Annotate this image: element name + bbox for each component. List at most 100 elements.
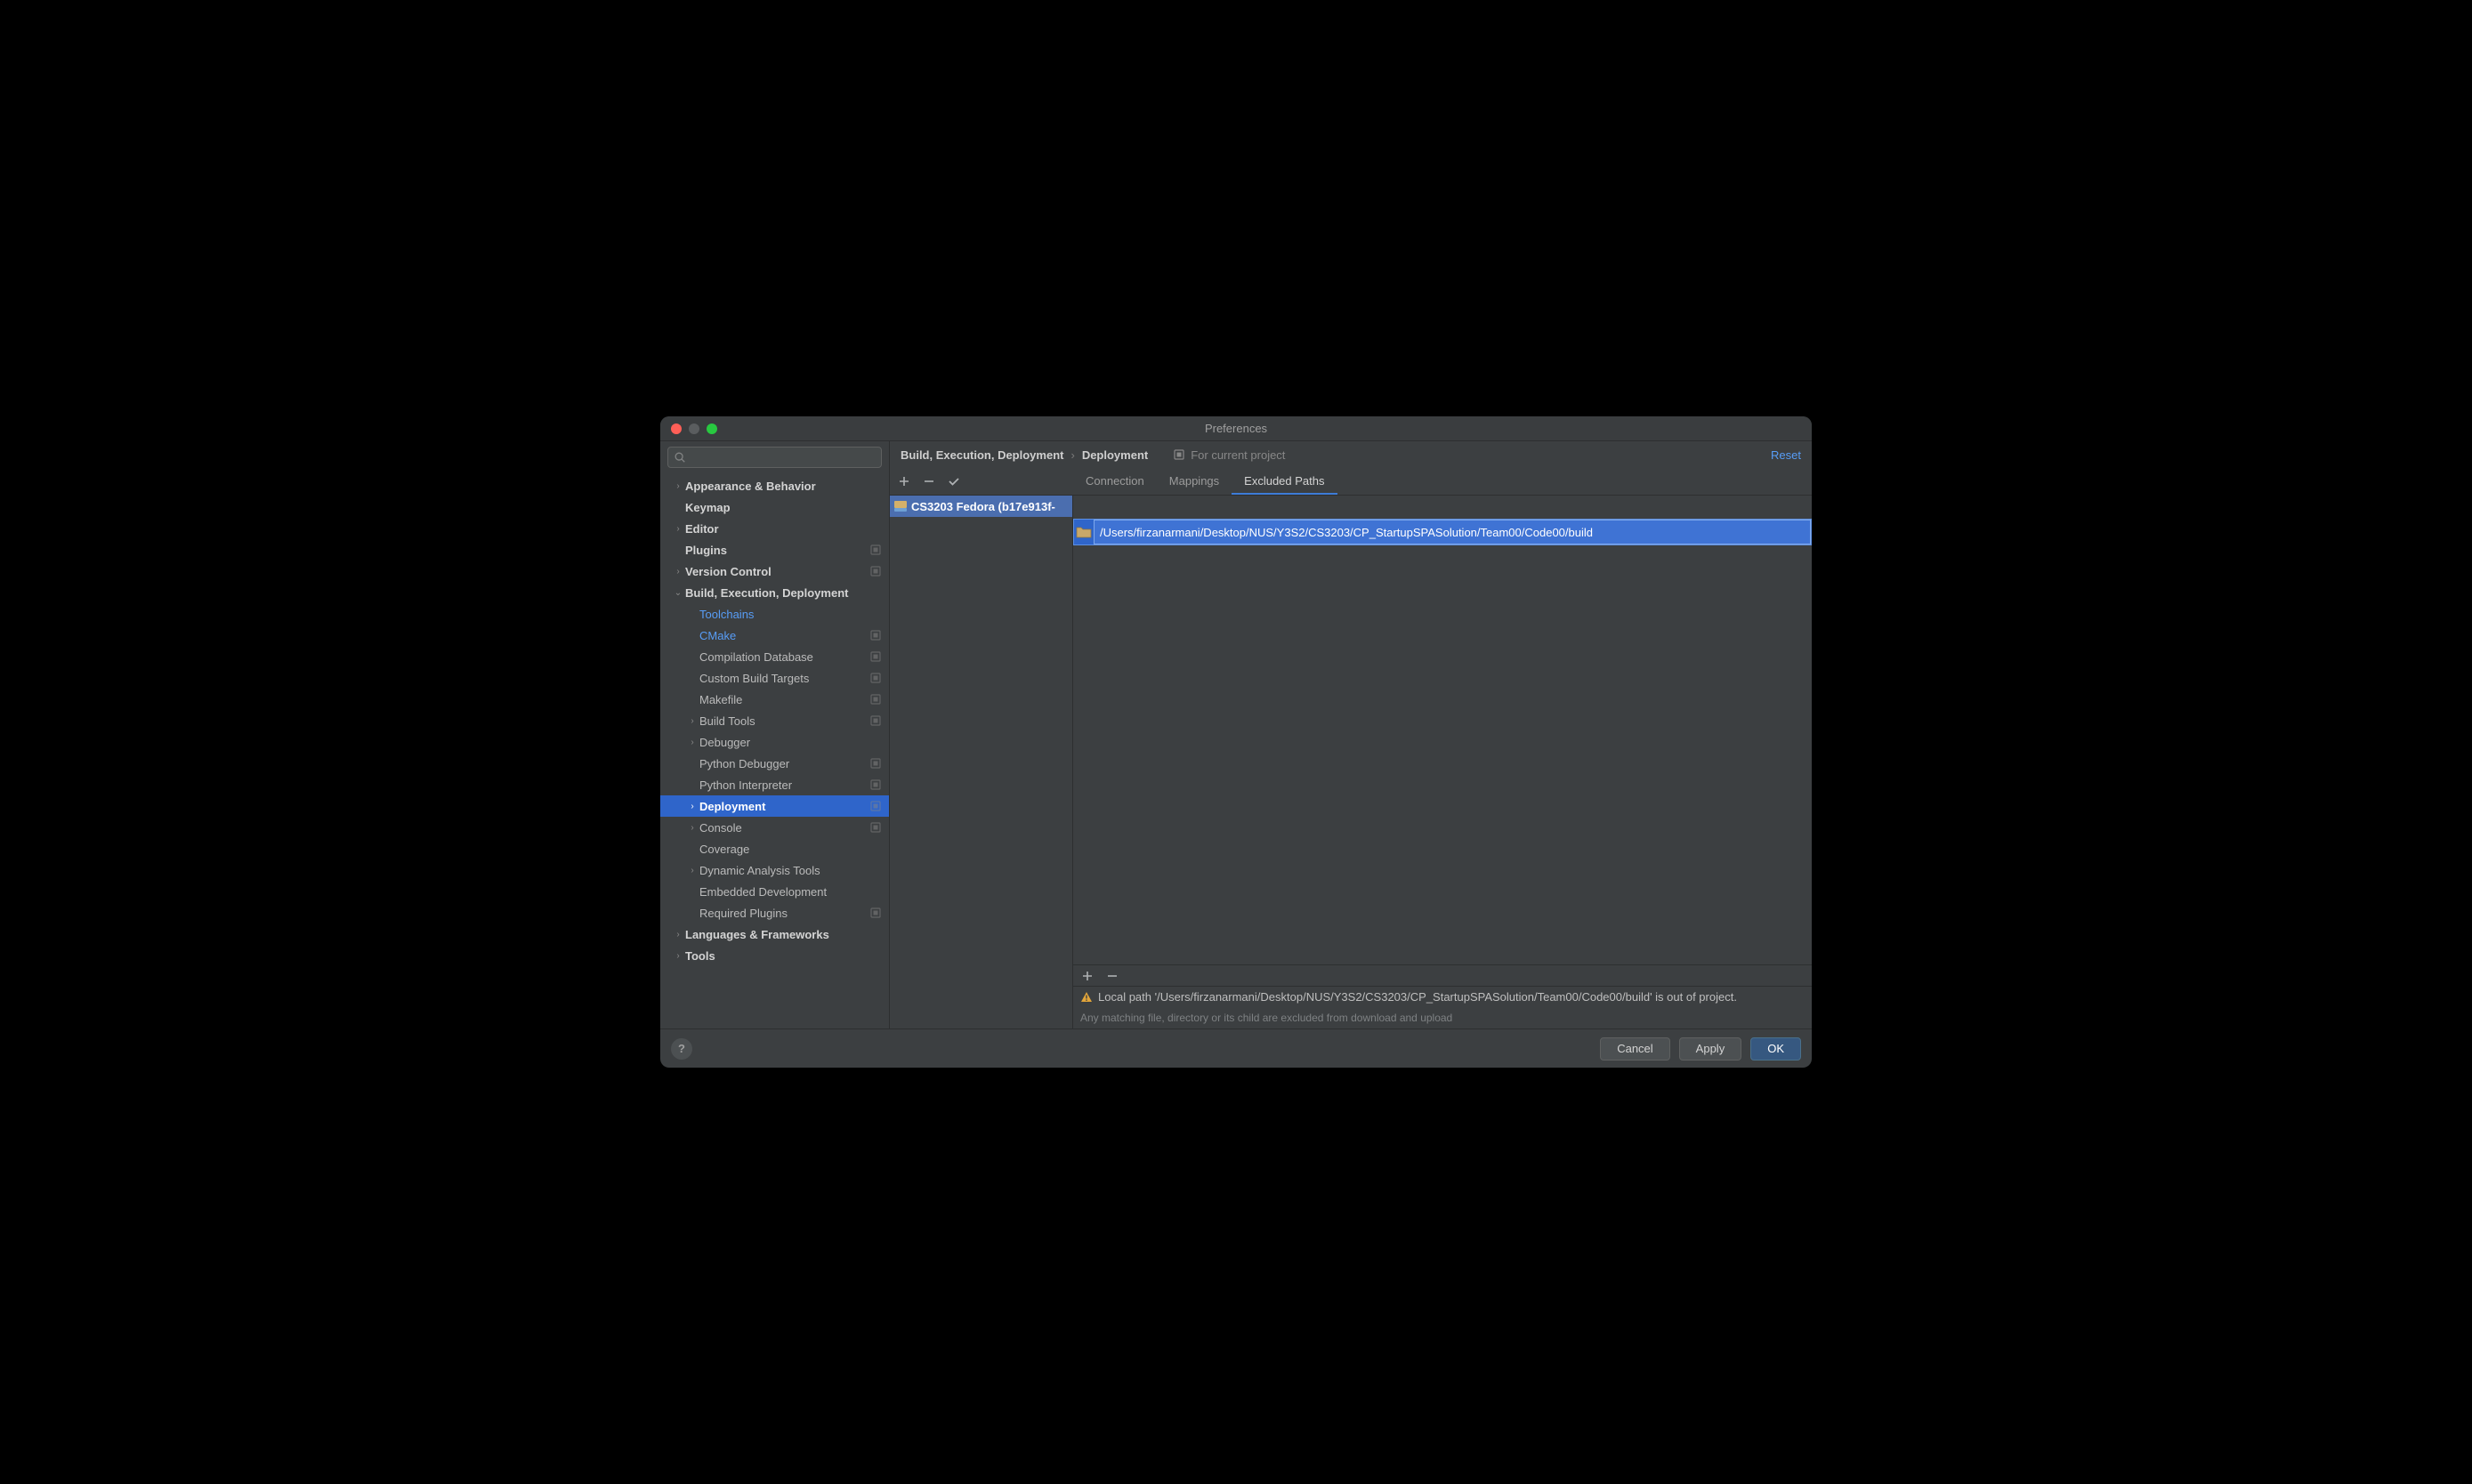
plus-icon: [899, 476, 909, 487]
cancel-button[interactable]: Cancel: [1600, 1037, 1669, 1061]
tree-item-label: Deployment: [699, 800, 869, 813]
tree-item-label: Keymap: [685, 501, 882, 514]
excluded-path-input[interactable]: /Users/firzanarmani/Desktop/NUS/Y3S2/CS3…: [1094, 520, 1811, 544]
minus-icon: [924, 476, 934, 487]
chevron-icon: ›: [671, 567, 685, 577]
tree-item-debugger[interactable]: ›Debugger: [660, 731, 889, 753]
tree-item-build-execution-deployment[interactable]: ⌄Build, Execution, Deployment: [660, 582, 889, 603]
window-title: Preferences: [1205, 422, 1267, 435]
remove-server-button[interactable]: [922, 474, 936, 488]
chevron-icon: ›: [685, 823, 699, 833]
chevron-icon: ›: [685, 802, 699, 811]
search-input[interactable]: [667, 447, 882, 468]
tree-item-label: Coverage: [699, 843, 882, 856]
tree-item-label: Languages & Frameworks: [685, 928, 882, 941]
breadcrumb-separator-icon: ›: [1070, 448, 1074, 462]
tree-item-label: Custom Build Targets: [699, 672, 869, 685]
plus-icon: [1082, 971, 1093, 981]
project-scope-icon: [869, 757, 882, 770]
tree-item-embedded-development[interactable]: Embedded Development: [660, 881, 889, 902]
tree-item-build-tools[interactable]: ›Build Tools: [660, 710, 889, 731]
add-server-button[interactable]: [897, 474, 911, 488]
tree-item-label: Embedded Development: [699, 885, 882, 899]
titlebar: Preferences: [660, 416, 1812, 441]
project-scope-icon: [869, 650, 882, 663]
breadcrumb-item: Deployment: [1082, 448, 1148, 462]
tree-item-label: Python Debugger: [699, 757, 869, 770]
tree-item-tools[interactable]: ›Tools: [660, 945, 889, 966]
zoom-window-button[interactable]: [707, 423, 717, 434]
header: Build, Execution, Deployment › Deploymen…: [890, 441, 1812, 468]
minimize-window-button[interactable]: [689, 423, 699, 434]
tree-item-label: Build Tools: [699, 714, 869, 728]
excluded-paths-panel: /Users/firzanarmani/Desktop/NUS/Y3S2/CS3…: [1073, 496, 1812, 1028]
excluded-path-row[interactable]: /Users/firzanarmani/Desktop/NUS/Y3S2/CS3…: [1073, 519, 1812, 545]
chevron-icon: ›: [671, 930, 685, 940]
tab-excluded-paths[interactable]: Excluded Paths: [1232, 468, 1337, 495]
remove-path-button[interactable]: [1105, 969, 1119, 983]
tree-item-label: Build, Execution, Deployment: [685, 586, 882, 600]
breadcrumb: Build, Execution, Deployment › Deploymen…: [901, 448, 1148, 462]
tree-item-languages-frameworks[interactable]: ›Languages & Frameworks: [660, 923, 889, 945]
check-icon: [948, 475, 960, 488]
project-scope-icon: [869, 821, 882, 834]
tree-item-dynamic-analysis-tools[interactable]: ›Dynamic Analysis Tools: [660, 859, 889, 881]
search-icon: [674, 451, 686, 464]
tree-item-custom-build-targets[interactable]: Custom Build Targets: [660, 667, 889, 689]
chevron-icon: ›: [671, 524, 685, 534]
tree-item-label: Debugger: [699, 736, 882, 749]
tree-item-label: Appearance & Behavior: [685, 480, 882, 493]
tree-item-appearance-behavior[interactable]: ›Appearance & Behavior: [660, 475, 889, 496]
hint-text: Any matching file, directory or its chil…: [1073, 1007, 1812, 1028]
project-scope-icon: [869, 714, 882, 727]
tab-mappings[interactable]: Mappings: [1157, 468, 1232, 495]
close-window-button[interactable]: [671, 423, 682, 434]
tree-item-label: Tools: [685, 949, 882, 963]
deployment-tabs: ConnectionMappingsExcluded Paths: [1073, 468, 1337, 495]
settings-tree: ›Appearance & BehaviorKeymap›EditorPlugi…: [660, 473, 889, 1028]
sidebar: ›Appearance & BehaviorKeymap›EditorPlugi…: [660, 441, 890, 1028]
minus-icon: [1107, 971, 1118, 981]
tree-item-toolchains[interactable]: Toolchains: [660, 603, 889, 625]
project-scope-icon: [869, 800, 882, 812]
tree-item-cmake[interactable]: CMake: [660, 625, 889, 646]
window-controls: [660, 423, 717, 434]
tree-item-label: Required Plugins: [699, 907, 869, 920]
chevron-icon: ›: [671, 951, 685, 961]
tree-item-console[interactable]: ›Console: [660, 817, 889, 838]
tree-item-makefile[interactable]: Makefile: [660, 689, 889, 710]
tree-item-label: Console: [699, 821, 869, 835]
tree-item-editor[interactable]: ›Editor: [660, 518, 889, 539]
set-default-button[interactable]: [947, 474, 961, 488]
tree-item-compilation-database[interactable]: Compilation Database: [660, 646, 889, 667]
add-path-button[interactable]: [1080, 969, 1095, 983]
tree-item-plugins[interactable]: Plugins: [660, 539, 889, 561]
tree-item-deployment[interactable]: ›Deployment: [660, 795, 889, 817]
project-scope-icon: [1173, 448, 1185, 461]
warning-row: Local path '/Users/firzanarmani/Desktop/…: [1073, 986, 1812, 1007]
tab-connection[interactable]: Connection: [1073, 468, 1157, 495]
chevron-icon: ›: [685, 716, 699, 726]
tree-item-required-plugins[interactable]: Required Plugins: [660, 902, 889, 923]
tree-item-version-control[interactable]: ›Version Control: [660, 561, 889, 582]
folder-icon: [1076, 525, 1092, 539]
server-toolbar: [890, 468, 1073, 495]
tree-item-keymap[interactable]: Keymap: [660, 496, 889, 518]
reset-link[interactable]: Reset: [1771, 448, 1801, 462]
tree-item-coverage[interactable]: Coverage: [660, 838, 889, 859]
chevron-icon: ›: [671, 481, 685, 491]
ok-button[interactable]: OK: [1750, 1037, 1801, 1061]
project-scope-icon: [869, 629, 882, 641]
tree-item-label: Toolchains: [699, 608, 882, 621]
tree-item-label: Compilation Database: [699, 650, 869, 664]
tree-item-label: CMake: [699, 629, 869, 642]
project-scope-icon: [869, 907, 882, 919]
tree-item-python-interpreter[interactable]: Python Interpreter: [660, 774, 889, 795]
tree-item-label: Editor: [685, 522, 882, 536]
excluded-path-toolbar: [1073, 964, 1812, 986]
apply-button[interactable]: Apply: [1679, 1037, 1742, 1061]
project-scope-icon: [869, 693, 882, 706]
help-button[interactable]: ?: [671, 1038, 692, 1060]
server-item[interactable]: CS3203 Fedora (b17e913f-: [890, 496, 1072, 517]
tree-item-python-debugger[interactable]: Python Debugger: [660, 753, 889, 774]
